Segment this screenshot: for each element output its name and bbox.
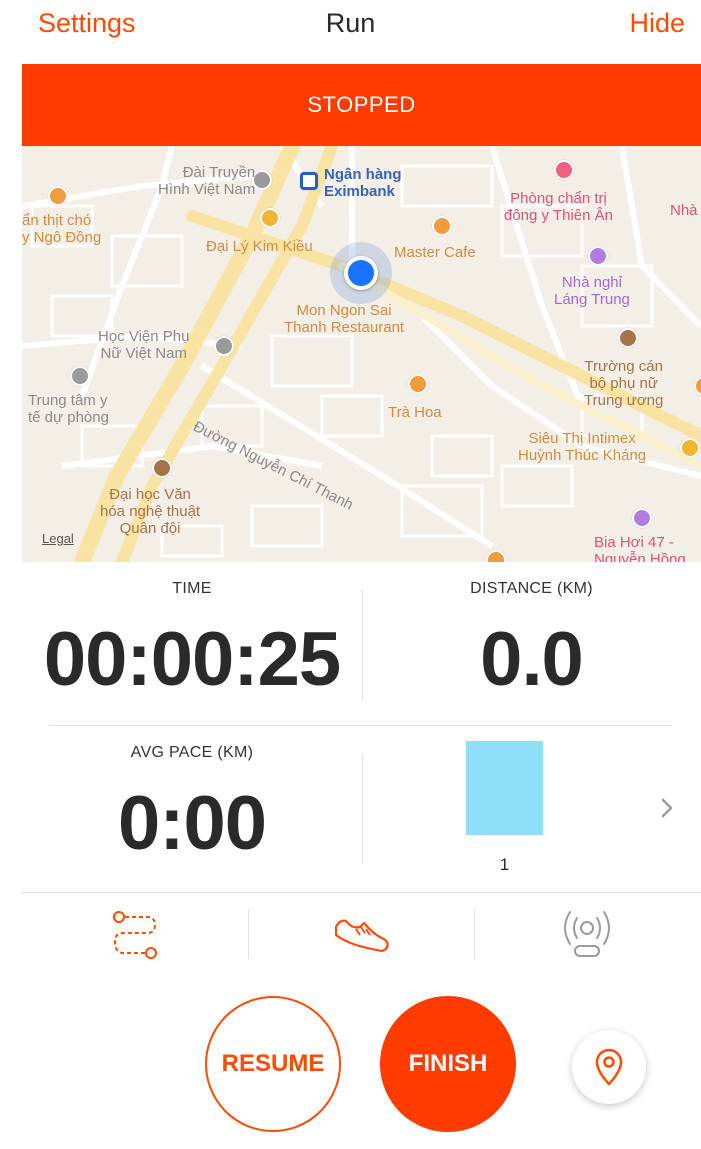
map-label: Bia Hơi 47 - Nguyễn Hồng bbox=[594, 534, 686, 562]
map-label: Trường cán bộ phụ nữ Trung ương bbox=[584, 358, 664, 409]
map-label: Ngân hàng Eximbank bbox=[324, 166, 402, 200]
time-value: 00:00:25 bbox=[43, 617, 341, 702]
school-marker[interactable] bbox=[152, 458, 172, 478]
status-banner: STOPPED bbox=[22, 64, 701, 146]
resume-button[interactable]: RESUME bbox=[205, 996, 341, 1132]
tab-shoe[interactable] bbox=[248, 893, 474, 975]
location-pin-button[interactable] bbox=[572, 1030, 646, 1104]
map-label: Đại học Văn hóa nghệ thuật Quân đội bbox=[100, 486, 201, 537]
divider bbox=[50, 725, 672, 726]
nav-bar: Settings Run Hide bbox=[0, 0, 701, 58]
avg-pace-value: 0:00 bbox=[117, 781, 267, 866]
distance-label: DISTANCE (KM) bbox=[470, 580, 593, 597]
shoe-icon bbox=[334, 919, 389, 953]
cafe-marker[interactable] bbox=[432, 216, 452, 236]
finish-button[interactable]: FINISH bbox=[380, 996, 516, 1132]
route-icon bbox=[113, 911, 157, 959]
cafe-marker[interactable] bbox=[408, 374, 428, 394]
beacon-icon bbox=[564, 911, 610, 957]
map-label: Trung tâm y tế dự phòng bbox=[28, 392, 109, 426]
restaurant-marker[interactable] bbox=[48, 186, 68, 206]
map-label: Phòng chẩn trị đông y Thiên Ân bbox=[504, 190, 613, 224]
hide-button[interactable]: Hide bbox=[629, 8, 685, 39]
stats-panel: TIME 00:00:25 DISTANCE (KM) 0.0 AVG PACE… bbox=[22, 562, 701, 892]
school-marker[interactable] bbox=[618, 328, 638, 348]
legal-link[interactable]: Legal bbox=[42, 531, 74, 546]
bar-marker[interactable] bbox=[632, 508, 652, 528]
page-title: Run bbox=[325, 8, 376, 38]
tab-beacon[interactable] bbox=[474, 893, 700, 975]
map-label: Master Cafe bbox=[394, 244, 476, 261]
divider bbox=[362, 754, 363, 864]
activity-tab-bar bbox=[22, 892, 701, 974]
map-label: Nhà bbox=[670, 202, 698, 219]
split-bar[interactable] bbox=[466, 741, 543, 835]
shop-marker[interactable] bbox=[680, 438, 700, 458]
status-text: STOPPED bbox=[307, 92, 416, 117]
map-label: Đại Lý Kim Kiều bbox=[206, 238, 313, 255]
current-location-dot bbox=[344, 256, 378, 290]
hotel-marker[interactable] bbox=[588, 246, 608, 266]
map-label: Trà Hoa bbox=[388, 404, 442, 421]
split-bar-label: 1 bbox=[499, 855, 510, 874]
map-label: Mon Ngon Sai Thanh Restaurant bbox=[284, 302, 405, 336]
chevron-right-icon[interactable] bbox=[655, 792, 679, 824]
time-label: TIME bbox=[172, 580, 212, 597]
map-label: Nhà nghỉ Láng Trung bbox=[554, 274, 630, 308]
poi-marker[interactable] bbox=[214, 336, 234, 356]
map-label: Học Viện Phụ Nữ Việt Nam bbox=[98, 328, 190, 362]
tab-route[interactable] bbox=[22, 893, 248, 975]
avg-pace-label: AVG PACE (KM) bbox=[130, 744, 254, 761]
clinic-marker[interactable] bbox=[554, 160, 574, 180]
map-label: Siêu Thị Intimex Huỳnh Thúc Kháng bbox=[518, 430, 647, 464]
poi-marker[interactable] bbox=[70, 366, 90, 386]
shop-marker[interactable] bbox=[260, 208, 280, 228]
distance-value: 0.0 bbox=[480, 617, 584, 702]
bank-marker[interactable] bbox=[300, 172, 318, 190]
map-label: ẩn thịt chó y Ngô Đồng bbox=[22, 212, 102, 246]
location-pin-icon bbox=[595, 1048, 623, 1086]
map-view[interactable]: Đài Truyền Hình Việt Nam Ngân hàng Eximban… bbox=[22, 146, 701, 562]
map-label: Đài Truyền Hình Việt Nam bbox=[158, 164, 256, 198]
